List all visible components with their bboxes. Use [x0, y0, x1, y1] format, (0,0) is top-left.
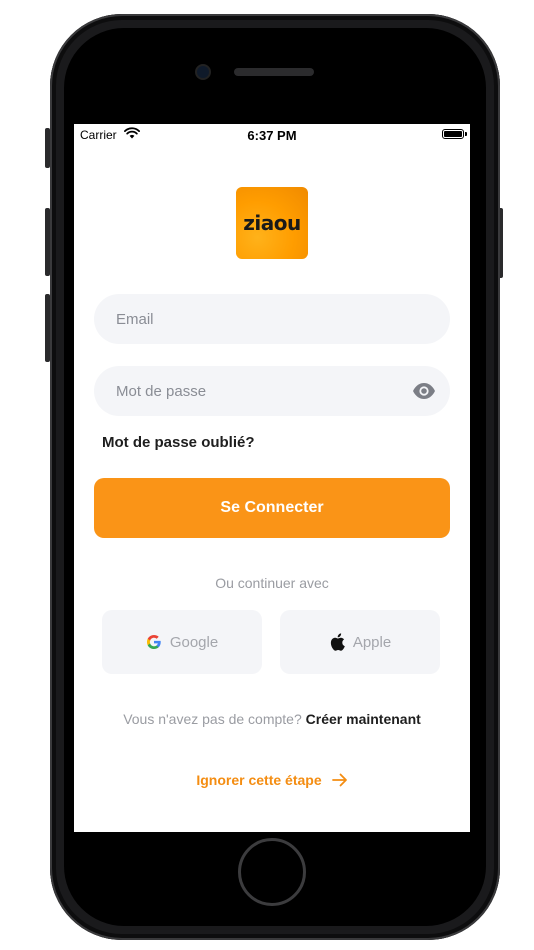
google-button[interactable]: Google [102, 610, 262, 674]
skip-step-link[interactable]: Ignorer cette étape [74, 772, 470, 788]
skip-label: Ignorer cette étape [196, 772, 322, 788]
apple-label: Apple [352, 633, 392, 651]
login-button[interactable]: Se Connecter [94, 478, 450, 538]
signup-prompt: Vous n'avez pas de compte? [123, 711, 302, 727]
forgot-password-link[interactable]: Mot de passe oublié? [102, 434, 255, 451]
status-bar: Carrier 6:37 PM [74, 124, 470, 146]
battery-icon [442, 129, 467, 139]
email-input[interactable] [114, 309, 430, 329]
home-button[interactable] [238, 838, 306, 906]
google-icon [146, 635, 161, 649]
eye-icon[interactable] [412, 380, 436, 402]
app-logo: ziaou [236, 187, 308, 259]
apple-button[interactable]: Apple [280, 610, 440, 674]
apple-icon [330, 633, 345, 651]
email-field[interactable] [94, 294, 450, 344]
social-divider-text: Ou continuer avec [215, 575, 329, 591]
app-screen: Carrier 6:37 PM ziaou Mot de passe oubli… [74, 124, 470, 832]
earpiece-speaker [234, 68, 314, 76]
clock: 6:37 PM [247, 128, 297, 143]
password-field[interactable] [94, 366, 450, 416]
arrow-right-icon [331, 773, 347, 787]
password-input[interactable] [114, 381, 430, 401]
google-label: Google [169, 633, 219, 651]
logo-text: ziaou [243, 211, 301, 235]
create-account-link[interactable]: Créer maintenant [306, 711, 421, 727]
signup-row: Vous n'avez pas de compte? Créer mainten… [74, 711, 470, 727]
front-camera [197, 66, 209, 78]
